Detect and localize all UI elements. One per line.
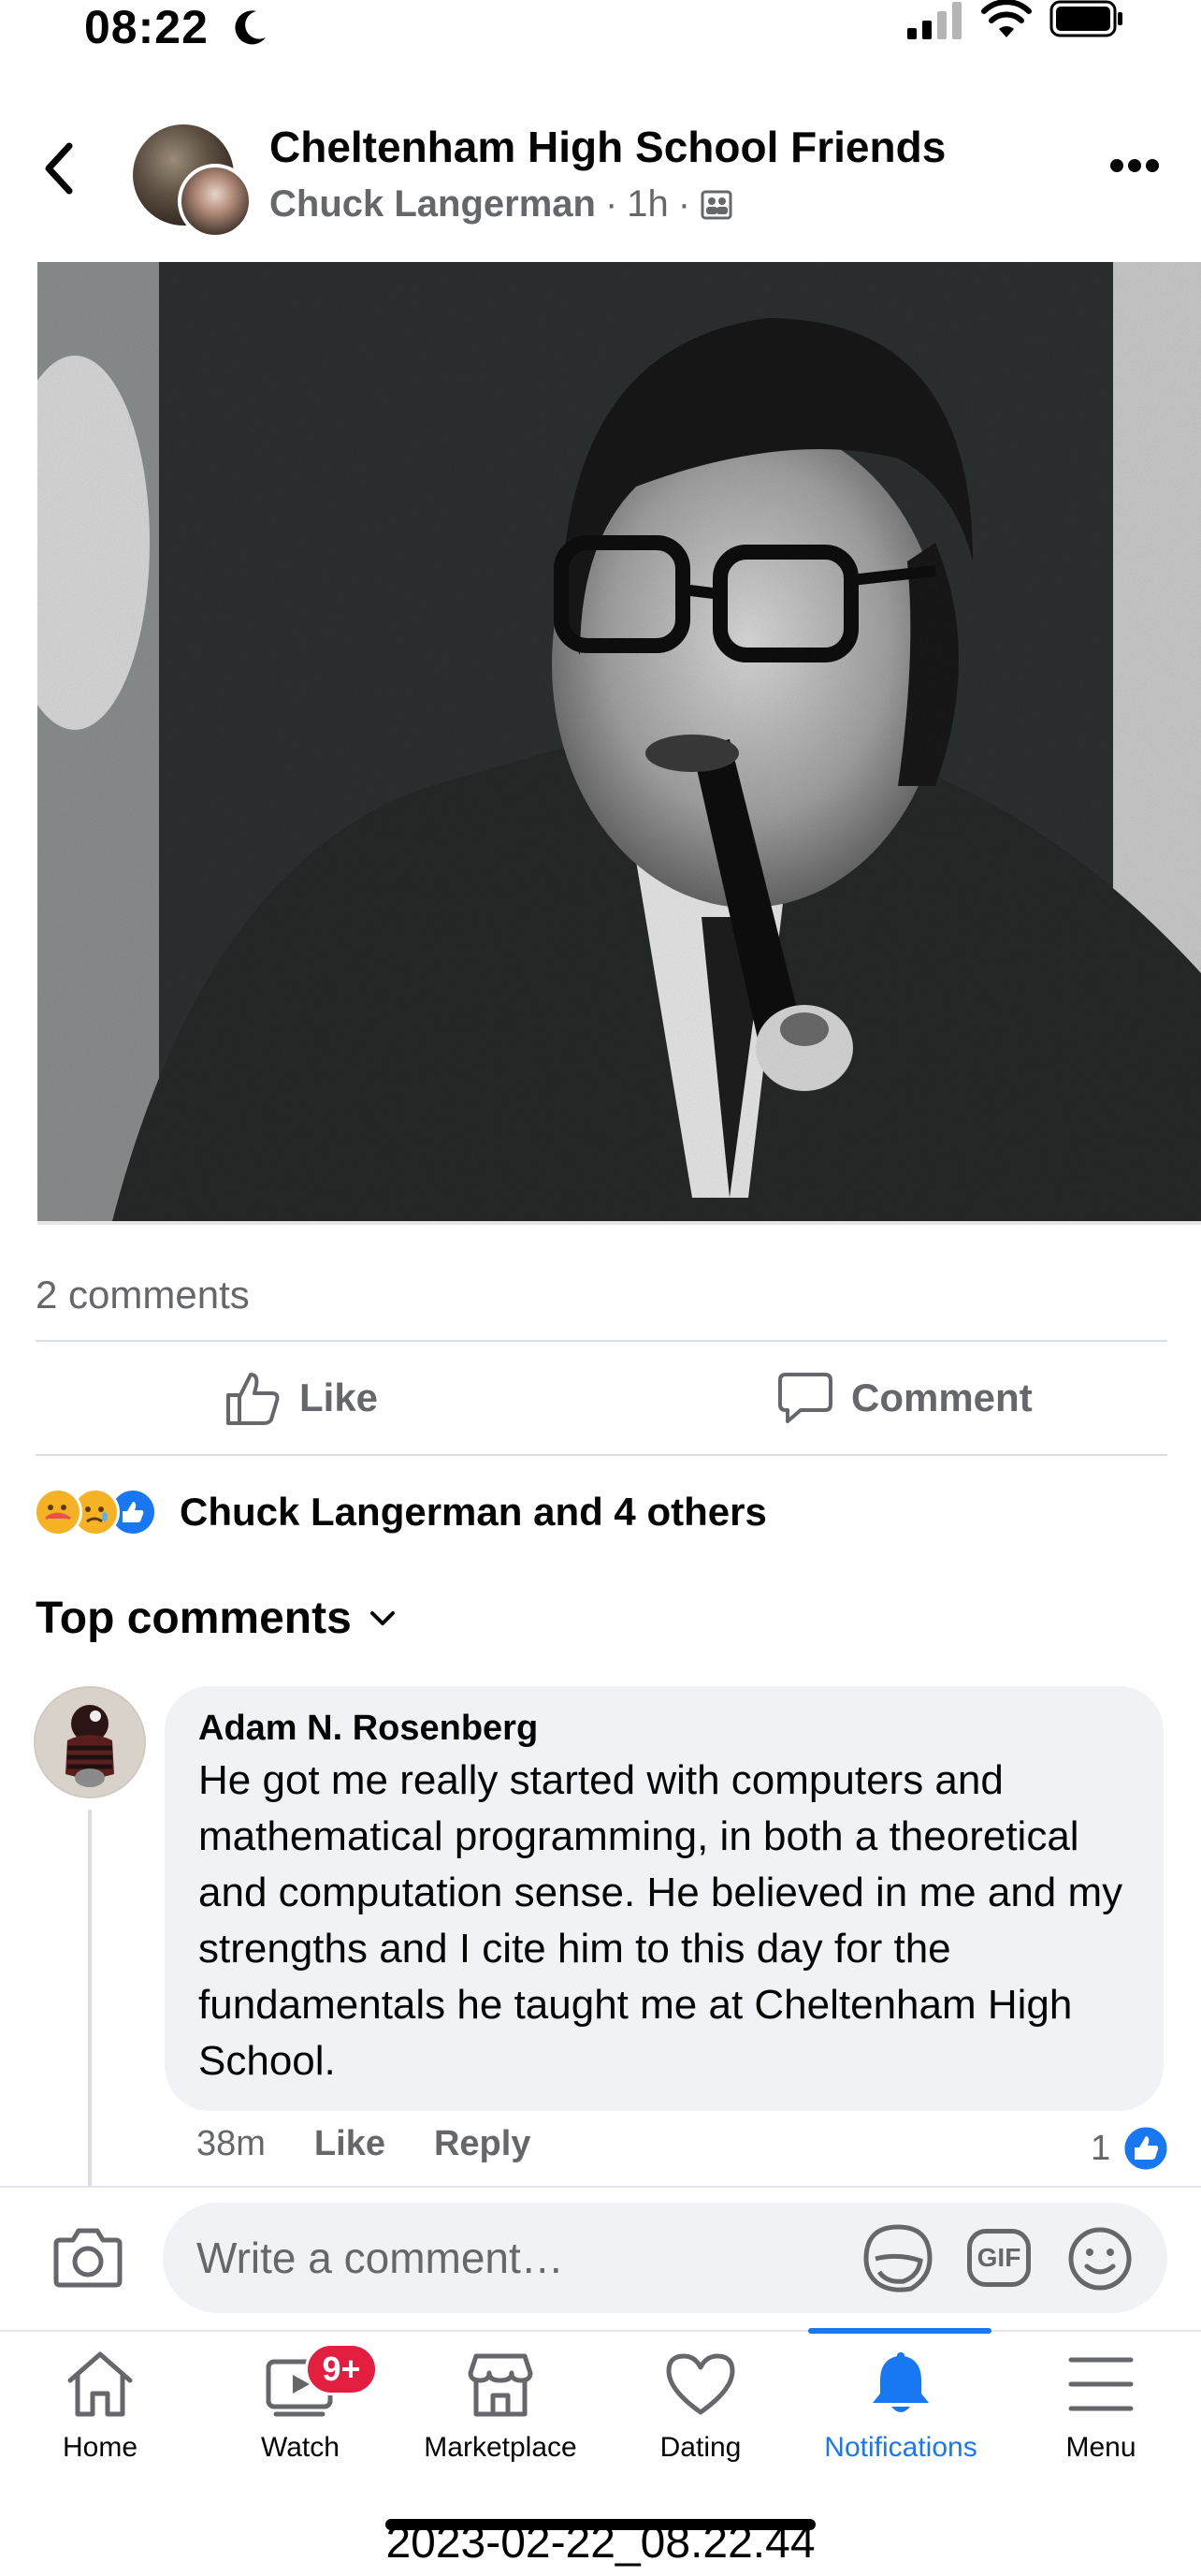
sticker-icon[interactable] xyxy=(862,2223,933,2292)
speech-bubble-icon xyxy=(778,1373,832,1423)
group-avatar[interactable] xyxy=(133,124,254,241)
comment-like-button[interactable]: Like xyxy=(314,2124,385,2164)
divider xyxy=(36,1340,1167,1342)
comment-reply-button[interactable]: Reply xyxy=(434,2124,530,2164)
like-reaction-icon xyxy=(1121,2124,1170,2173)
author-name[interactable]: Chuck Langerman xyxy=(269,183,596,226)
tab-label: Menu xyxy=(1065,2432,1136,2463)
like-button[interactable]: Like xyxy=(224,1366,378,1430)
comment-button[interactable]: Comment xyxy=(776,1366,1033,1430)
top-comments-sort[interactable]: Top comments xyxy=(36,1593,397,1644)
moon-icon xyxy=(235,10,266,45)
battery-icon xyxy=(1049,0,1122,37)
author-avatar xyxy=(178,164,253,239)
notifications-icon xyxy=(873,2352,929,2412)
marketplace-icon xyxy=(468,2353,533,2417)
post-meta: Chuck Langerman · 1h · xyxy=(269,183,733,226)
comment-label: Comment xyxy=(851,1375,1033,1419)
top-comments-label: Top comments xyxy=(36,1594,352,1643)
tab-label: Marketplace xyxy=(424,2432,577,2463)
emoji-icon[interactable] xyxy=(1066,2225,1134,2292)
screenshot-timestamp: 2023-02-22_08.22.44 xyxy=(385,2518,816,2568)
reactions-text[interactable]: Chuck Langerman and 4 others xyxy=(180,1490,767,1535)
like-label: Like xyxy=(299,1375,379,1419)
gif-label: GIF xyxy=(977,2243,1021,2272)
status-time: 08:22 xyxy=(84,1,209,53)
meta-separator: · xyxy=(677,183,691,225)
cellular-signal-icon xyxy=(907,2,962,39)
tab-marketplace[interactable]: Marketplace xyxy=(400,2349,600,2464)
thumbs-up-icon xyxy=(226,1373,280,1425)
commenter-avatar[interactable] xyxy=(34,1686,146,1798)
meta-separator: · xyxy=(604,183,618,225)
active-tab-indicator xyxy=(808,2328,991,2334)
comments-count[interactable]: 2 comments xyxy=(36,1273,250,1317)
back-chevron-icon[interactable] xyxy=(37,138,79,198)
chevron-down-icon xyxy=(369,1610,395,1625)
commenter-name[interactable]: Adam N. Rosenberg xyxy=(198,1709,1130,1749)
tab-label: Watch xyxy=(261,2432,340,2463)
post-age: 1h xyxy=(627,183,669,225)
tab-label: Dating xyxy=(659,2432,742,2463)
gif-icon[interactable]: GIF xyxy=(967,2229,1031,2287)
comment-actions: 38m Like Reply xyxy=(196,2124,530,2164)
post-photo-image xyxy=(37,262,1201,1221)
post-photo[interactable] xyxy=(37,262,1201,1225)
wifi-icon xyxy=(981,0,1032,37)
tab-home[interactable]: Home xyxy=(0,2349,200,2464)
group-privacy-icon xyxy=(701,190,732,219)
comment-thread-line xyxy=(88,1810,92,2193)
tab-label: Notifications xyxy=(824,2432,977,2463)
comment-like-count[interactable]: 1 xyxy=(1091,2124,1170,2173)
menu-icon xyxy=(1068,2357,1134,2411)
comment-age: 38m xyxy=(196,2124,266,2163)
comment-text: He got me really started with computers … xyxy=(198,1757,1123,2084)
tab-notifications[interactable]: Notifications xyxy=(801,2349,1001,2464)
camera-icon[interactable] xyxy=(52,2225,123,2289)
home-icon xyxy=(67,2351,133,2417)
tab-dating[interactable]: Dating xyxy=(600,2349,801,2464)
watch-notification-badge: 9+ xyxy=(305,2343,378,2395)
comment-like-count-text: 1 xyxy=(1091,2128,1111,2168)
tab-label: Home xyxy=(62,2432,138,2463)
comment-bubble[interactable]: Adam N. Rosenberg He got me really start… xyxy=(165,1686,1164,2111)
reactions-summary[interactable] xyxy=(34,1488,157,1536)
tab-menu[interactable]: Menu xyxy=(1001,2349,1201,2464)
dating-icon xyxy=(666,2353,735,2415)
group-name[interactable]: Cheltenham High School Friends xyxy=(269,122,946,172)
care-reaction-icon xyxy=(34,1488,82,1536)
more-options-icon[interactable] xyxy=(1109,157,1160,174)
divider xyxy=(36,1454,1167,1456)
